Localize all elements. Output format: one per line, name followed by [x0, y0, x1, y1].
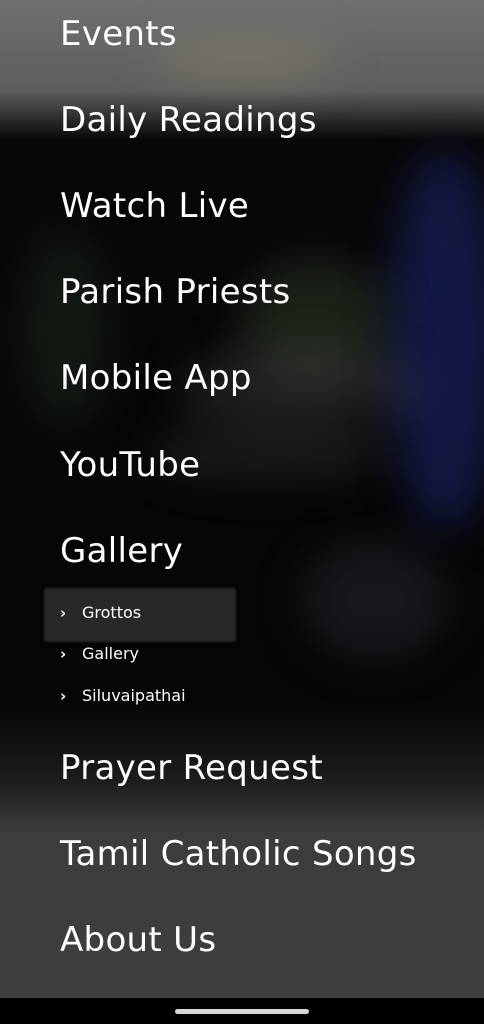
submenu-item-gallery[interactable]: › Gallery: [60, 644, 139, 664]
menu-item-watch-live[interactable]: Watch Live: [60, 186, 249, 226]
menu-item-tamil-catholic-songs[interactable]: Tamil Catholic Songs: [60, 834, 417, 874]
submenu-item-label: Grottos: [82, 603, 142, 622]
system-navigation-bar: [0, 998, 484, 1024]
menu-item-gallery[interactable]: Gallery: [60, 531, 183, 571]
menu-item-prayer-request[interactable]: Prayer Request: [60, 748, 323, 788]
submenu-item-siluvaipathai[interactable]: › Siluvaipathai: [60, 686, 186, 706]
menu-item-events[interactable]: Events: [60, 14, 177, 54]
menu-item-mobile-app[interactable]: Mobile App: [60, 358, 252, 398]
menu-item-daily-readings[interactable]: Daily Readings: [60, 100, 317, 140]
menu-item-parish-priests[interactable]: Parish Priests: [60, 272, 291, 312]
submenu-item-label: Gallery: [82, 644, 139, 663]
submenu-item-grottos[interactable]: › Grottos: [60, 603, 141, 623]
menu-item-about-us[interactable]: About Us: [60, 920, 216, 960]
submenu-item-label: Siluvaipathai: [82, 686, 186, 705]
menu-item-youtube[interactable]: YouTube: [60, 445, 200, 485]
chevron-right-icon: ›: [60, 687, 67, 705]
home-gesture-handle[interactable]: [175, 1009, 309, 1014]
chevron-right-icon: ›: [60, 604, 67, 622]
chevron-right-icon: ›: [60, 645, 67, 663]
